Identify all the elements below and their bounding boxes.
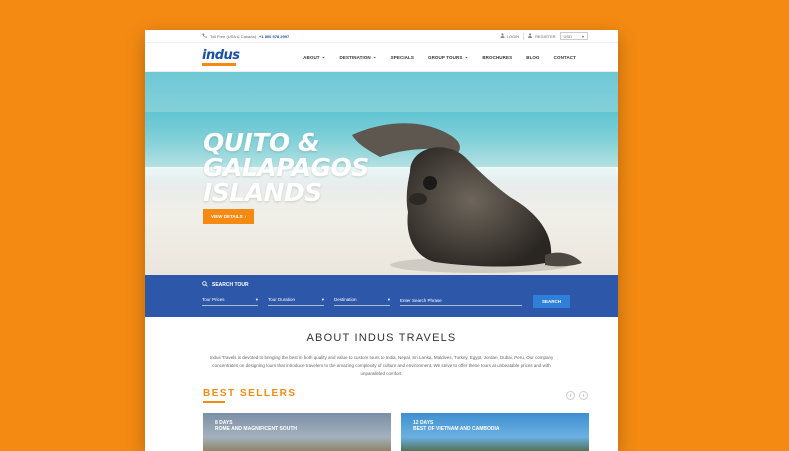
user-icon bbox=[500, 33, 505, 39]
chevron-down-icon: ⌄ bbox=[321, 54, 326, 59]
view-details-label: VIEW DETAILS bbox=[211, 214, 243, 219]
prev-arrow-button[interactable]: ‹ bbox=[566, 391, 575, 400]
sea-lion-image bbox=[352, 123, 582, 273]
currency-value: USD bbox=[563, 33, 572, 39]
nav-item-contact[interactable]: CONTACT bbox=[547, 54, 583, 60]
chevron-down-icon: ▾ bbox=[581, 33, 584, 39]
tour-card[interactable]: 8 DAYS ROME AND MAGNIFICENT SOUTH bbox=[203, 413, 391, 451]
tollfree-info: Toll Free (USA & Canada) +1 800 578 2997 bbox=[202, 33, 289, 39]
about-section: ABOUT INDUS TRAVELS Indus Travels is dev… bbox=[145, 317, 618, 378]
search-phrase-input[interactable]: Enter Search Phrase bbox=[400, 298, 522, 306]
chevron-down-icon: ⌄ bbox=[464, 54, 469, 59]
nav-item-group-tours[interactable]: GROUP TOURS ⌄ bbox=[421, 54, 475, 60]
hero-title: QUITO & GALAPAGOS ISLANDS bbox=[203, 128, 369, 207]
about-heading: ABOUT INDUS TRAVELS bbox=[306, 332, 457, 344]
register-label: REGISTER bbox=[535, 33, 556, 39]
user-plus-icon bbox=[528, 33, 533, 39]
tour-duration-select[interactable]: Tour Duration ▾ bbox=[268, 297, 324, 306]
chevron-down-icon: ⌄ bbox=[372, 54, 377, 59]
tour-name: BEST OF VIETNAM AND CAMBODIA bbox=[413, 426, 500, 432]
chevron-down-icon: ▾ bbox=[321, 297, 324, 302]
view-details-button[interactable]: VIEW DETAILS › bbox=[203, 209, 255, 224]
logo-swoosh bbox=[202, 62, 236, 66]
phone-icon bbox=[202, 33, 208, 39]
about-text: Indus Travels is devoted to bringing the… bbox=[209, 355, 554, 376]
phone-number[interactable]: +1 800 578 2997 bbox=[259, 34, 289, 39]
destination-select[interactable]: Destination ▾ bbox=[334, 297, 390, 306]
tour-prices-select[interactable]: Tour Prices ▾ bbox=[202, 297, 258, 306]
nav-item-about[interactable]: ABOUT ⌄ bbox=[296, 54, 332, 60]
nav-menu: ABOUT ⌄ DESTINATION ⌄ SPECIALS GROUP TOURS… bbox=[296, 54, 583, 60]
currency-select[interactable]: USD ▾ bbox=[559, 32, 588, 40]
chevron-down-icon: ▾ bbox=[255, 297, 258, 302]
tour-name: ROME AND MAGNIFICENT SOUTH bbox=[215, 426, 298, 432]
heading-underline bbox=[203, 401, 225, 403]
main-navbar: indus ABOUT ⌄ DESTINATION ⌄ SPECIALS GROUP… bbox=[145, 43, 618, 72]
nav-item-destination[interactable]: DESTINATION ⌄ bbox=[333, 54, 384, 60]
chevron-left-icon: ‹ bbox=[569, 392, 572, 399]
search-button[interactable]: SEARCH bbox=[533, 295, 571, 308]
chevron-right-icon: › bbox=[582, 392, 585, 399]
login-link[interactable]: LOGIN bbox=[500, 33, 519, 39]
best-sellers-header: BEST SELLERS ‹ › bbox=[145, 378, 618, 403]
nav-item-blog[interactable]: BLOG bbox=[519, 54, 546, 60]
logo[interactable]: indus bbox=[202, 49, 240, 66]
best-sellers-carousel: 8 DAYS ROME AND MAGNIFICENT SOUTH 12 DAY… bbox=[145, 403, 618, 451]
nav-item-brochures[interactable]: BROCHURES bbox=[475, 54, 519, 60]
nav-item-specials[interactable]: SPECIALS bbox=[384, 54, 421, 60]
tour-card[interactable]: 12 DAYS BEST OF VIETNAM AND CAMBODIA bbox=[401, 413, 589, 451]
top-bar: Toll Free (USA & Canada) +1 800 578 2997… bbox=[145, 30, 618, 43]
tollfree-label: Toll Free (USA & Canada) bbox=[210, 33, 257, 39]
arrow-right-icon: › bbox=[244, 214, 247, 219]
search-tour-bar: SEARCH TOUR Tour Prices ▾ Tour Duration ▾ … bbox=[145, 275, 618, 317]
logo-text: indus bbox=[202, 47, 240, 63]
hero-banner: QUITO & GALAPAGOS ISLANDS VIEW DETAILS › bbox=[145, 72, 618, 275]
next-arrow-button[interactable]: › bbox=[579, 391, 588, 400]
website-page: Toll Free (USA & Canada) +1 800 578 2997… bbox=[145, 30, 618, 451]
login-label: LOGIN bbox=[506, 33, 520, 39]
register-link[interactable]: REGISTER bbox=[528, 33, 556, 39]
chevron-down-icon: ▾ bbox=[387, 297, 390, 302]
search-icon bbox=[202, 281, 208, 289]
search-heading: SEARCH TOUR bbox=[212, 282, 249, 288]
best-sellers-heading: BEST SELLERS bbox=[203, 388, 297, 399]
